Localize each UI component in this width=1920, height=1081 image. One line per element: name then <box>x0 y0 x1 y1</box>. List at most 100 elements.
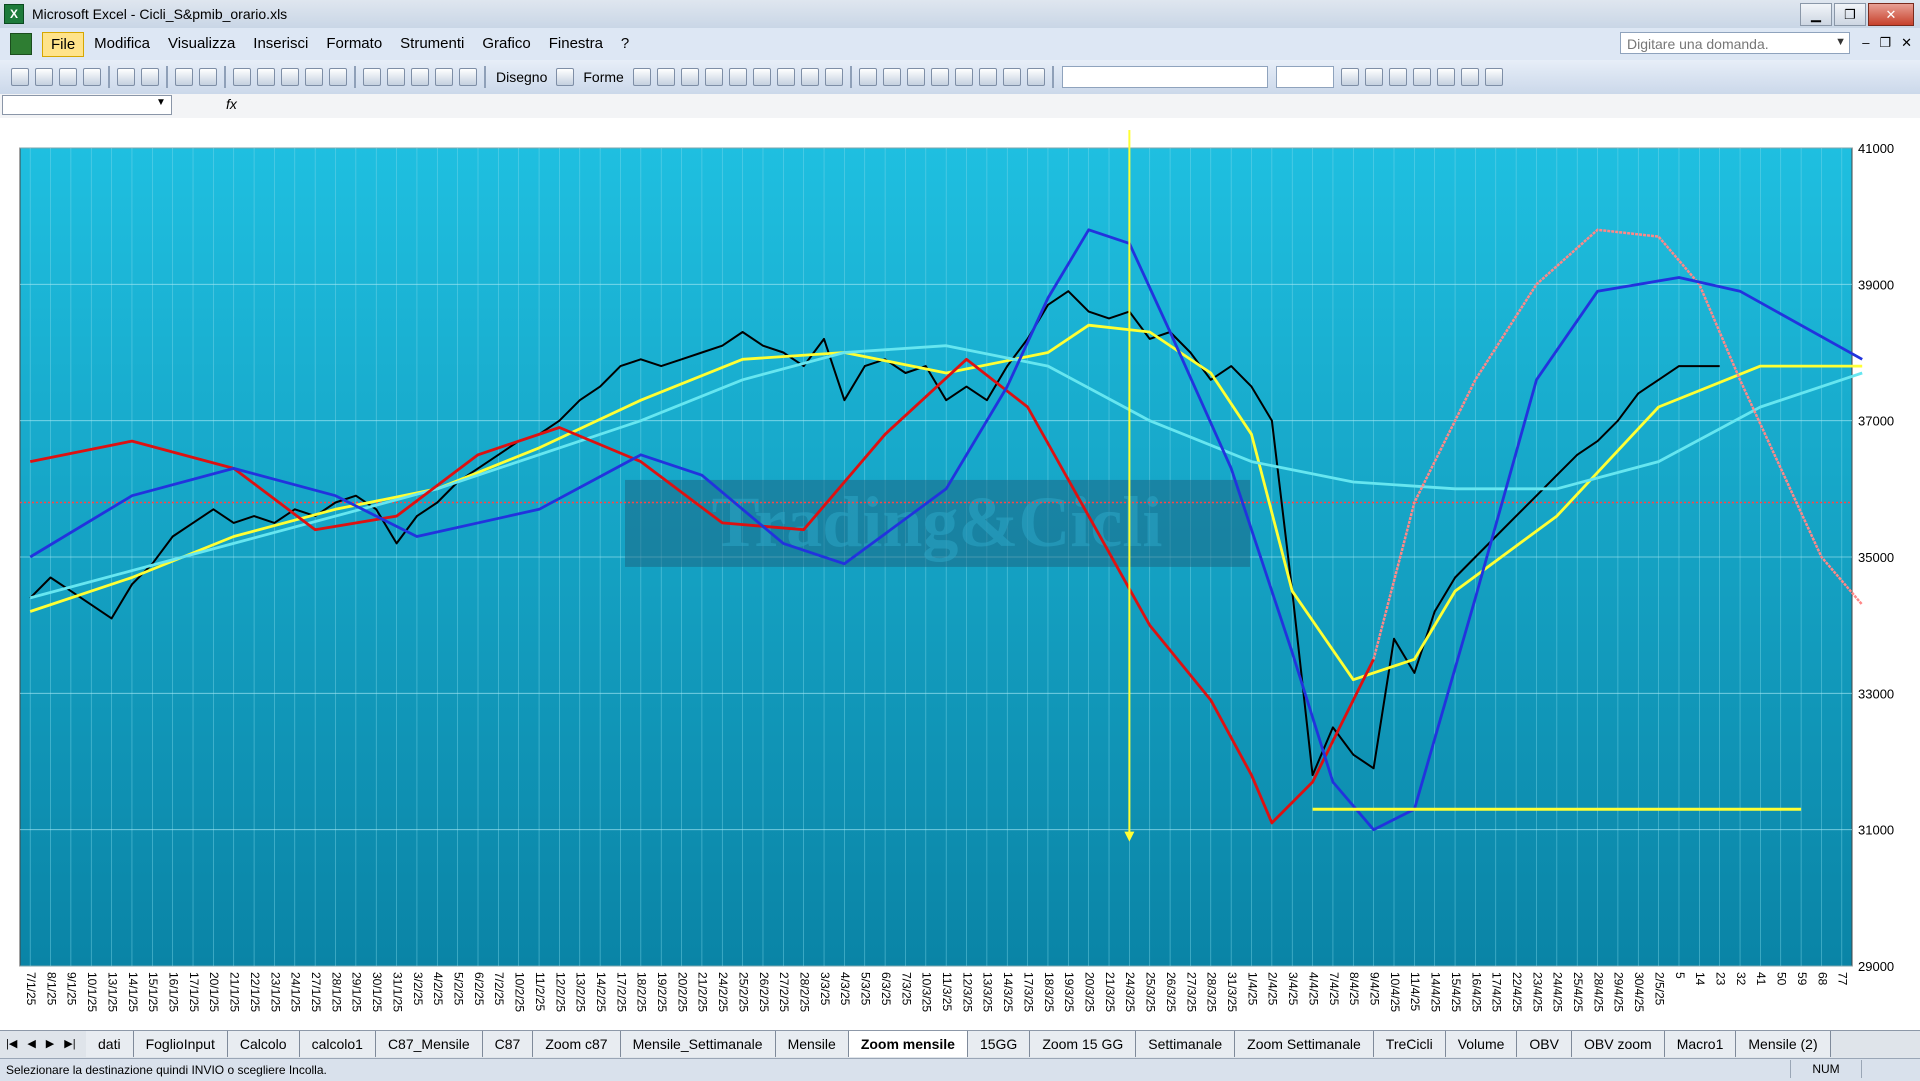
menu-modifica[interactable]: Modifica <box>86 32 158 57</box>
align-icon[interactable] <box>1388 68 1407 86</box>
workbook-icon[interactable] <box>10 33 32 55</box>
undo-icon[interactable] <box>305 68 323 86</box>
x-tick-label: 5/3/25 <box>859 972 873 1006</box>
save-icon[interactable] <box>59 68 77 86</box>
chevron-down-icon[interactable]: ▼ <box>1835 36 1846 48</box>
restore-button[interactable]: ❐ <box>1834 3 1866 26</box>
fill-icon[interactable] <box>1460 68 1479 86</box>
doc-restore-button[interactable]: ❐ <box>1879 35 1891 51</box>
spelling-icon[interactable] <box>175 68 193 86</box>
rectangle-icon[interactable] <box>680 68 699 86</box>
sheet-tab[interactable]: TreCicli <box>1373 1031 1446 1057</box>
sheet-tab[interactable]: Macro1 <box>1664 1031 1737 1057</box>
paste-icon[interactable] <box>281 68 299 86</box>
research-icon[interactable] <box>199 68 217 86</box>
sheet-tab[interactable]: C87 <box>482 1031 534 1057</box>
num-lock-indicator: NUM <box>1790 1060 1862 1078</box>
cut-icon[interactable] <box>233 68 251 86</box>
price-cycles-chart[interactable]: 29000310003300035000370003900041000Tradi… <box>0 118 1920 1030</box>
doc-close-button[interactable]: ✕ <box>1901 35 1912 51</box>
chart-wizard-icon[interactable] <box>435 68 453 86</box>
shadow-icon[interactable] <box>1002 68 1021 86</box>
chart-area[interactable]: 29000 31000 33000 35000 37000 39000 41000 Tradi… <box>0 118 1920 1030</box>
chevron-down-icon[interactable]: ▼ <box>156 97 166 108</box>
picture-icon[interactable] <box>824 68 843 86</box>
menu-finestra[interactable]: Finestra <box>541 32 611 57</box>
x-tick-label: 25/3/25 <box>1144 972 1158 1012</box>
fill-color-icon[interactable] <box>858 68 877 86</box>
sheet-tab[interactable]: Calcolo <box>227 1031 300 1057</box>
euro-icon[interactable] <box>1412 68 1431 86</box>
sheet-tab[interactable]: Zoom Settimanale <box>1235 1031 1374 1057</box>
sheet-tab[interactable]: Mensile (2) <box>1736 1031 1831 1057</box>
open-icon[interactable] <box>35 68 53 86</box>
sheet-tab[interactable]: Mensile <box>775 1031 849 1057</box>
sheet-tab[interactable]: Mensile_Settimanale <box>620 1031 776 1057</box>
menu-formato[interactable]: Formato <box>318 32 390 57</box>
sheet-tab[interactable]: 15GG <box>967 1031 1031 1057</box>
x-tick-label: 14/2/25 <box>594 972 608 1012</box>
sheet-tab[interactable]: C87_Mensile <box>375 1031 483 1057</box>
print-icon[interactable] <box>117 68 135 86</box>
sheet-tab[interactable]: Volume <box>1445 1031 1518 1057</box>
draw-menu-button[interactable]: Disegno <box>496 69 547 85</box>
dash-style-icon[interactable] <box>954 68 973 86</box>
sheet-tab[interactable]: OBV zoom <box>1571 1031 1665 1057</box>
menu-grafico[interactable]: Grafico <box>474 32 538 57</box>
name-box[interactable] <box>2 95 172 115</box>
sheet-tab[interactable]: Settimanale <box>1136 1031 1236 1057</box>
prev-sheet-icon[interactable]: ◀ <box>27 1037 35 1050</box>
close-button[interactable]: ✕ <box>1868 3 1914 26</box>
menu-strumenti[interactable]: Strumenti <box>392 32 472 57</box>
shapes-menu-button[interactable]: Forme <box>583 69 623 85</box>
print-preview-icon[interactable] <box>141 68 159 86</box>
font-color-icon[interactable] <box>1484 68 1503 86</box>
new-file-icon[interactable] <box>11 68 29 86</box>
arrow-style-icon[interactable] <box>978 68 997 86</box>
clipart-icon[interactable] <box>800 68 819 86</box>
sheet-tab[interactable]: calcolo1 <box>299 1031 376 1057</box>
menu-help[interactable]: ? <box>613 32 637 57</box>
permission-icon[interactable] <box>83 68 101 86</box>
font-color-icon[interactable] <box>906 68 925 86</box>
hyperlink-icon[interactable] <box>363 68 381 86</box>
italic-icon[interactable] <box>1364 68 1383 86</box>
select-pointer-icon[interactable] <box>556 68 575 86</box>
diagram-icon[interactable] <box>776 68 795 86</box>
last-sheet-icon[interactable]: ▶| <box>64 1037 75 1050</box>
sheet-tab[interactable]: Zoom 15 GG <box>1030 1031 1137 1057</box>
fx-icon[interactable]: fx <box>226 96 237 112</box>
redo-icon[interactable] <box>329 68 347 86</box>
sheet-tab[interactable]: dati <box>86 1031 134 1057</box>
wordart-icon[interactable] <box>752 68 771 86</box>
minimize-button[interactable]: ▁ <box>1800 3 1832 26</box>
line-color-icon[interactable] <box>882 68 901 86</box>
sheet-tab[interactable]: Zoom mensile <box>848 1031 968 1057</box>
bold-icon[interactable] <box>1340 68 1359 86</box>
first-sheet-icon[interactable]: |◀ <box>6 1037 17 1050</box>
sheet-tab[interactable]: FoglioInput <box>133 1031 228 1057</box>
ask-question-input[interactable]: Digitare una domanda. <box>1620 32 1850 54</box>
sort-icon[interactable] <box>411 68 429 86</box>
arrow-icon[interactable] <box>656 68 675 86</box>
help-icon[interactable] <box>459 68 477 86</box>
copy-icon[interactable] <box>257 68 275 86</box>
x-tick-label: 25/4/25 <box>1571 972 1585 1012</box>
next-sheet-icon[interactable]: ▶ <box>46 1037 54 1050</box>
borders-icon[interactable] <box>1436 68 1455 86</box>
line-icon[interactable] <box>632 68 651 86</box>
doc-minimize-button[interactable]: – <box>1862 35 1869 51</box>
sheet-tab[interactable]: Zoom c87 <box>533 1031 621 1057</box>
sum-icon[interactable] <box>387 68 405 86</box>
font-name-combo[interactable] <box>1061 66 1268 88</box>
line-style-icon[interactable] <box>930 68 949 86</box>
excel-app-icon[interactable]: X <box>4 4 24 24</box>
font-size-combo[interactable] <box>1275 66 1334 88</box>
3d-icon[interactable] <box>1026 68 1045 86</box>
textbox-icon[interactable] <box>728 68 747 86</box>
sheet-tab[interactable]: OBV <box>1517 1031 1572 1057</box>
oval-icon[interactable] <box>704 68 723 86</box>
menu-file[interactable]: File <box>42 31 85 57</box>
menu-inserisci[interactable]: Inserisci <box>245 32 316 57</box>
menu-visualizza[interactable]: Visualizza <box>160 32 243 57</box>
